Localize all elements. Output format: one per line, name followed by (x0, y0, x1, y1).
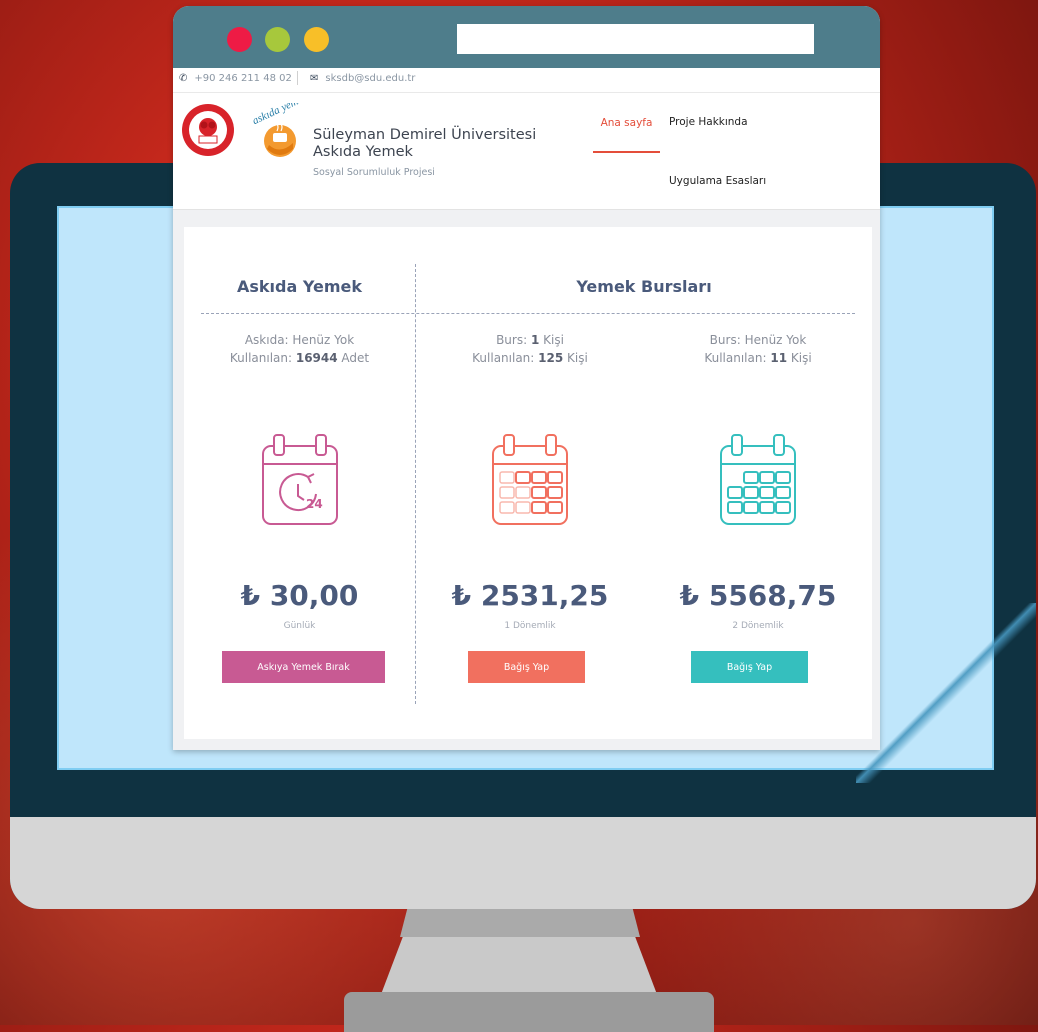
calendar-icon (492, 434, 568, 525)
site-subtitle: Sosyal Sorumluluk Projesi (313, 167, 435, 178)
monitor-stand-shadow (400, 909, 640, 937)
price-period: Günlük (283, 621, 316, 631)
donate-1-term-button[interactable]: Bağış Yap (468, 651, 585, 683)
nav-home[interactable]: Ana sayfa (593, 93, 660, 153)
askida-logo-text: askıda yemek (251, 103, 311, 127)
nav-about[interactable]: Proje Hakkında (669, 116, 748, 128)
donation-card: Askıda Yemek Yemek Bursları Askıda: Henü… (184, 227, 872, 739)
screen-reflection (856, 603, 1036, 783)
phone-contact[interactable]: ✆ +90 246 211 48 02 (179, 73, 292, 84)
stat-askida: Askıda: Henüz Yok (244, 333, 355, 347)
monitor-stand-base (344, 992, 714, 1032)
browser-window: ✆ +90 246 211 48 02 ✉ sksdb@sdu.edu.tr ask… (173, 6, 880, 750)
site-title: Süleyman Demirel Üniversitesi Askıda Yem… (313, 127, 537, 160)
close-window-button[interactable] (227, 27, 252, 52)
contact-topbar: ✆ +90 246 211 48 02 ✉ sksdb@sdu.edu.tr (173, 68, 880, 93)
price-daily: ₺ 30,00 (240, 579, 359, 612)
university-logo[interactable] (181, 103, 235, 157)
donate-2-term-button[interactable]: Bağış Yap (691, 651, 808, 683)
icon-24-label: 24 (306, 497, 323, 511)
stat-burs: Burs: 1 Kişi (496, 333, 564, 347)
calendar-icon (720, 434, 796, 525)
maximize-window-button[interactable] (304, 27, 329, 52)
minimize-window-button[interactable] (265, 27, 290, 52)
price-1-term: ₺ 2531,25 (451, 579, 609, 612)
price-period: 2 Dönemlik (732, 621, 784, 631)
stat-used: Kullanılan: 16944 Adet (229, 351, 370, 365)
section-title-burs: Yemek Bursları (576, 277, 712, 296)
nav-rules[interactable]: Uygulama Esasları (669, 175, 766, 187)
section-title-askida: Askıda Yemek (237, 277, 362, 296)
phone-icon: ✆ (179, 73, 188, 84)
askida-yemek-logo[interactable]: askıda yemek (247, 103, 311, 163)
site-header: askıda yemek Süleyman Demirel Üniversite… (173, 93, 880, 210)
email-contact[interactable]: ✉ sksdb@sdu.edu.tr (310, 73, 415, 84)
stat-used: Kullanılan: 125 Kişi (472, 351, 588, 365)
section-divider-horizontal (201, 313, 855, 314)
stat-burs: Burs: Henüz Yok (709, 333, 807, 347)
price-2-term: ₺ 5568,75 (679, 579, 837, 612)
envelope-icon: ✉ (310, 73, 319, 84)
calendar-clock-24-icon: 24 (261, 434, 338, 525)
price-period: 1 Dönemlik (504, 621, 556, 631)
browser-titlebar (173, 6, 880, 68)
address-bar[interactable] (457, 24, 814, 54)
stat-used: Kullanılan: 11 Kişi (704, 351, 812, 365)
leave-meal-button[interactable]: Askıya Yemek Bırak (222, 651, 385, 683)
monitor-chin (10, 817, 1036, 909)
contact-separator (297, 71, 298, 85)
